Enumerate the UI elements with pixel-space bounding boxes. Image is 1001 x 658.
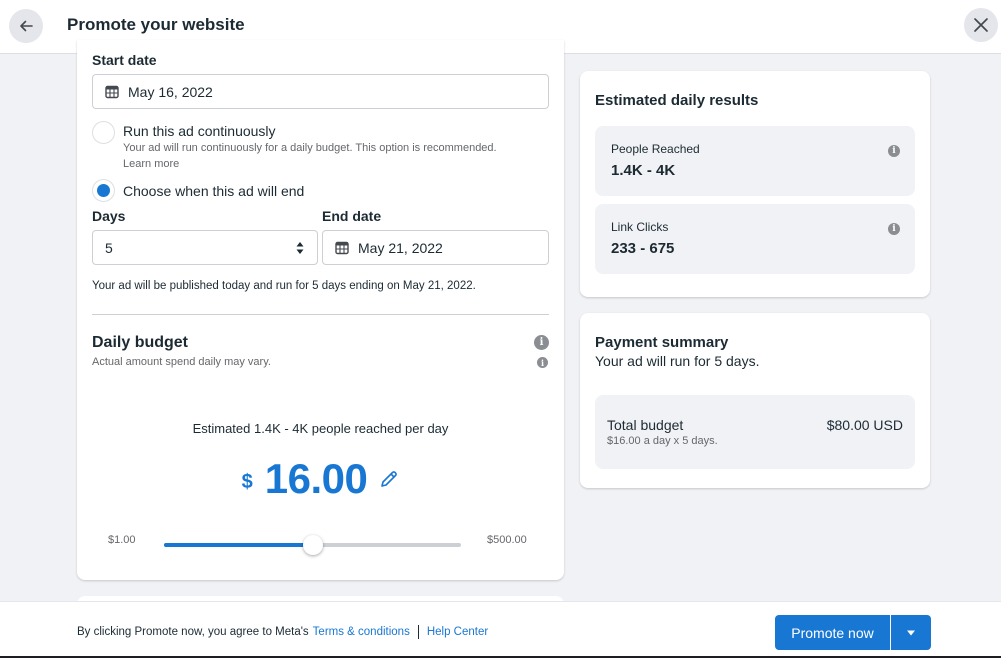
help-center-link[interactable]: Help Center [427,626,488,638]
calendar-icon [105,85,119,99]
total-budget-value: $80.00 USD [827,417,903,433]
info-icon[interactable]: i [534,335,549,350]
total-budget-detail: $16.00 a day x 5 days. [607,435,718,447]
reach-estimate: Estimated 1.4K - 4K people reached per d… [77,421,564,436]
radio-selected-dot [97,184,110,197]
learn-more-link[interactable]: Learn more [123,156,179,172]
page-title: Promote your website [67,15,245,35]
daily-budget-subtitle: Actual amount spend daily may vary. [92,356,271,368]
agreement-text: By clicking Promote now, you agree to Me… [77,625,488,639]
promote-options-dropdown[interactable] [891,615,931,650]
calendar-icon [335,241,349,255]
payment-summary-title: Payment summary [595,334,728,351]
terms-link[interactable]: Terms & conditions [313,626,410,638]
info-icon[interactable]: i [537,357,548,368]
link-separator [418,625,419,639]
total-budget-label: Total budget [607,417,683,433]
radio-choose-end[interactable] [92,179,115,202]
slider-max-label: $500.00 [487,534,527,546]
slider-min-label: $1.00 [108,534,136,546]
run-continuously-label: Run this ad continuously [123,123,276,139]
slider-thumb[interactable] [303,535,323,555]
section-divider [92,314,549,315]
radio-run-continuously[interactable] [92,121,115,144]
metric-label: People Reached [611,142,700,156]
caret-down-icon [906,629,916,637]
metric-people-reached: People Reached 1.4K - 4K i [595,126,915,196]
days-value: 5 [105,240,295,256]
budget-amount-row: $ 16.00 [77,455,564,503]
back-button[interactable] [9,9,43,43]
currency-symbol: $ [242,471,253,494]
agreement-prefix: By clicking Promote now, you agree to Me… [77,626,309,638]
run-continuously-description: Your ad will run continuously for a dail… [123,140,497,156]
end-date-label: End date [322,208,381,224]
daily-budget-title: Daily budget [92,334,188,352]
start-date-field[interactable]: May 16, 2022 [92,74,549,109]
start-date-label: Start date [92,52,157,68]
start-date-value: May 16, 2022 [128,84,213,100]
arrow-left-icon [18,18,34,34]
budget-amount: 16.00 [265,455,368,503]
total-budget-box: Total budget $16.00 a day x 5 days. $80.… [595,395,915,469]
end-date-field[interactable]: May 21, 2022 [322,230,549,265]
footer: By clicking Promote now, you agree to Me… [0,601,1001,658]
slider-fill [164,543,313,547]
budget-slider[interactable] [164,543,461,547]
pencil-edit-icon[interactable] [379,469,399,489]
schedule-summary: Your ad will be published today and run … [92,278,476,294]
metric-value: 233 - 675 [611,240,674,257]
end-date-value: May 21, 2022 [358,240,443,256]
estimated-results-title: Estimated daily results [595,92,758,109]
metric-label: Link Clicks [611,220,668,234]
days-stepper[interactable]: 5 [92,230,318,265]
info-icon[interactable]: i [888,145,900,157]
stepper-arrows-icon[interactable] [295,240,305,256]
metric-value: 1.4K - 4K [611,162,675,179]
close-icon [973,17,989,33]
payment-summary-subtitle: Your ad will run for 5 days. [595,353,759,369]
promote-now-button[interactable]: Promote now [775,615,890,650]
choose-end-label: Choose when this ad will end [123,183,304,199]
metric-link-clicks: Link Clicks 233 - 675 i [595,204,915,274]
days-label: Days [92,208,125,224]
info-icon[interactable]: i [888,223,900,235]
close-button[interactable] [964,8,998,42]
